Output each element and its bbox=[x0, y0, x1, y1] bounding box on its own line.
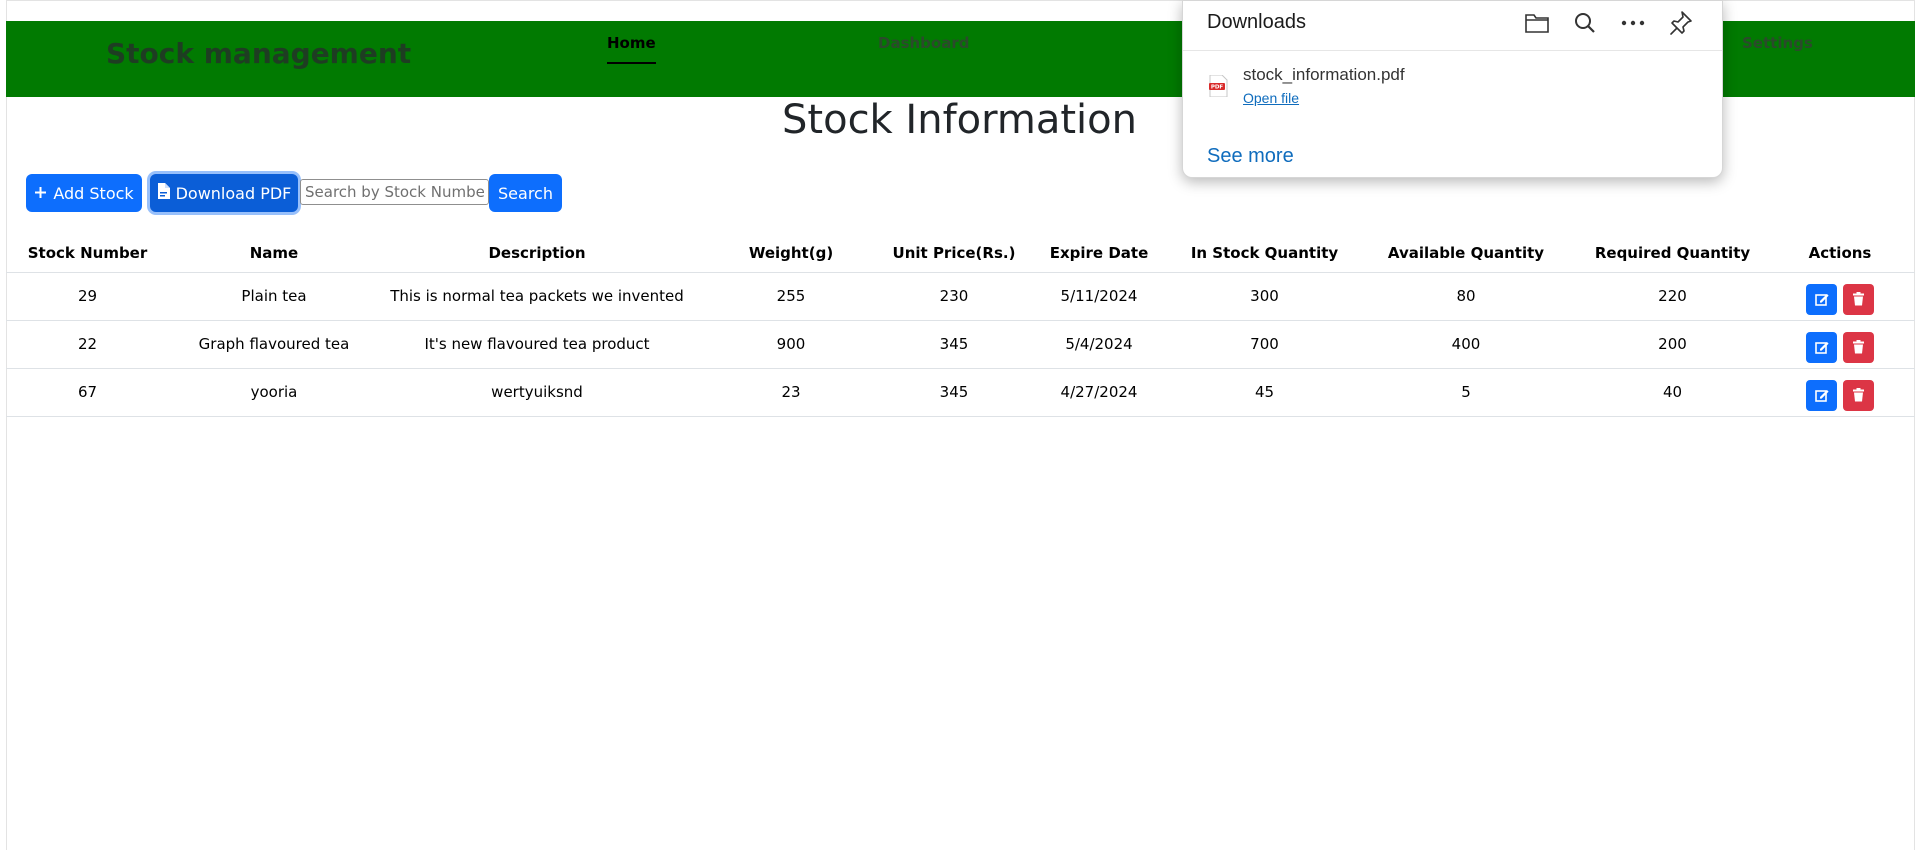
cell-stock-number: 67 bbox=[6, 368, 169, 417]
column-header: Name bbox=[169, 234, 379, 273]
trash-icon bbox=[1853, 339, 1864, 353]
folder-icon[interactable] bbox=[1523, 9, 1551, 37]
cell-available: 80 bbox=[1352, 272, 1580, 321]
cell-description: This is normal tea packets we invented bbox=[379, 272, 695, 321]
cell-required: 200 bbox=[1580, 320, 1765, 369]
cell-actions bbox=[1765, 320, 1915, 369]
cell-expire-date: 5/11/2024 bbox=[1021, 272, 1177, 321]
cell-name: Plain tea bbox=[169, 272, 379, 321]
trash-icon bbox=[1853, 387, 1864, 401]
edit-button[interactable] bbox=[1806, 379, 1837, 411]
download-file-name[interactable]: stock_information.pdf bbox=[1243, 65, 1405, 85]
download-pdf-label: Download PDF bbox=[175, 183, 292, 203]
cell-in-stock: 700 bbox=[1177, 320, 1352, 369]
cell-name: Graph flavoured tea bbox=[169, 320, 379, 369]
download-pdf-button[interactable]: Download PDF bbox=[150, 174, 298, 212]
delete-button[interactable] bbox=[1843, 331, 1874, 363]
cell-actions bbox=[1765, 368, 1915, 417]
nav-dashboard[interactable]: Dashboard bbox=[878, 34, 969, 52]
search-button[interactable]: Search bbox=[489, 174, 562, 212]
cell-required: 40 bbox=[1580, 368, 1765, 417]
pdf-badge-text: PDF bbox=[1211, 85, 1224, 91]
cell-required: 220 bbox=[1580, 272, 1765, 321]
table-row: 67 yooria wertyuiksnd 23 345 4/27/2024 4… bbox=[6, 368, 1915, 417]
see-more-link[interactable]: See more bbox=[1207, 145, 1294, 168]
pin-icon[interactable] bbox=[1667, 9, 1695, 37]
edit-button[interactable] bbox=[1806, 283, 1837, 315]
cell-unit-price: 230 bbox=[887, 272, 1021, 321]
search-icon[interactable] bbox=[1571, 9, 1599, 37]
table-row: 29 Plain tea This is normal tea packets … bbox=[6, 272, 1915, 321]
cell-weight: 23 bbox=[695, 368, 887, 417]
open-file-link[interactable]: Open file bbox=[1243, 90, 1299, 106]
cell-stock-number: 29 bbox=[6, 272, 169, 321]
edit-icon bbox=[1815, 293, 1829, 306]
cell-unit-price: 345 bbox=[887, 320, 1021, 369]
stock-table: Stock Number Name Description Weight(g) … bbox=[6, 234, 1915, 417]
pdf-file-icon: PDF bbox=[1209, 74, 1228, 98]
file-pdf-icon bbox=[157, 183, 170, 203]
more-options-icon[interactable] bbox=[1619, 9, 1647, 37]
cell-available: 400 bbox=[1352, 320, 1580, 369]
column-header: Description bbox=[379, 234, 695, 273]
search-input[interactable] bbox=[300, 179, 489, 205]
table-row: 22 Graph flavoured tea It's new flavoure… bbox=[6, 320, 1915, 369]
cell-available: 5 bbox=[1352, 368, 1580, 417]
column-header: Available Quantity bbox=[1352, 234, 1580, 273]
column-header: Stock Number bbox=[6, 234, 169, 273]
column-header: Weight(g) bbox=[695, 234, 887, 273]
cell-expire-date: 4/27/2024 bbox=[1021, 368, 1177, 417]
cell-unit-price: 345 bbox=[887, 368, 1021, 417]
cell-description: wertyuiksnd bbox=[379, 368, 695, 417]
edit-icon bbox=[1815, 389, 1829, 402]
delete-button[interactable] bbox=[1843, 379, 1874, 411]
add-stock-button[interactable]: Add Stock bbox=[26, 174, 142, 212]
cell-weight: 255 bbox=[695, 272, 887, 321]
nav-settings[interactable]: Settings bbox=[1742, 34, 1813, 52]
nav-home[interactable]: Home bbox=[607, 34, 656, 64]
downloads-title: Downloads bbox=[1207, 11, 1306, 33]
cell-name: yooria bbox=[169, 368, 379, 417]
cell-in-stock: 45 bbox=[1177, 368, 1352, 417]
panel-divider bbox=[1183, 50, 1722, 51]
column-header: Expire Date bbox=[1021, 234, 1177, 273]
edit-icon bbox=[1815, 341, 1829, 354]
table-header-row: Stock Number Name Description Weight(g) … bbox=[6, 234, 1915, 273]
edit-button[interactable] bbox=[1806, 331, 1837, 363]
cell-description: It's new flavoured tea product bbox=[379, 320, 695, 369]
cell-actions bbox=[1765, 272, 1915, 321]
delete-button[interactable] bbox=[1843, 283, 1874, 315]
cell-stock-number: 22 bbox=[6, 320, 169, 369]
add-stock-label: Add Stock bbox=[53, 183, 134, 203]
column-header: Required Quantity bbox=[1580, 234, 1765, 273]
trash-icon bbox=[1853, 291, 1864, 305]
cell-expire-date: 5/4/2024 bbox=[1021, 320, 1177, 369]
column-header: Unit Price(Rs.) bbox=[887, 234, 1021, 273]
plus-icon bbox=[34, 184, 47, 203]
brand-title: Stock management bbox=[106, 37, 412, 70]
column-header: In Stock Quantity bbox=[1177, 234, 1352, 273]
cell-weight: 900 bbox=[695, 320, 887, 369]
column-header: Actions bbox=[1765, 234, 1915, 273]
cell-in-stock: 300 bbox=[1177, 272, 1352, 321]
downloads-panel: Downloads PDF stock_information.pdf Open… bbox=[1182, 0, 1723, 178]
